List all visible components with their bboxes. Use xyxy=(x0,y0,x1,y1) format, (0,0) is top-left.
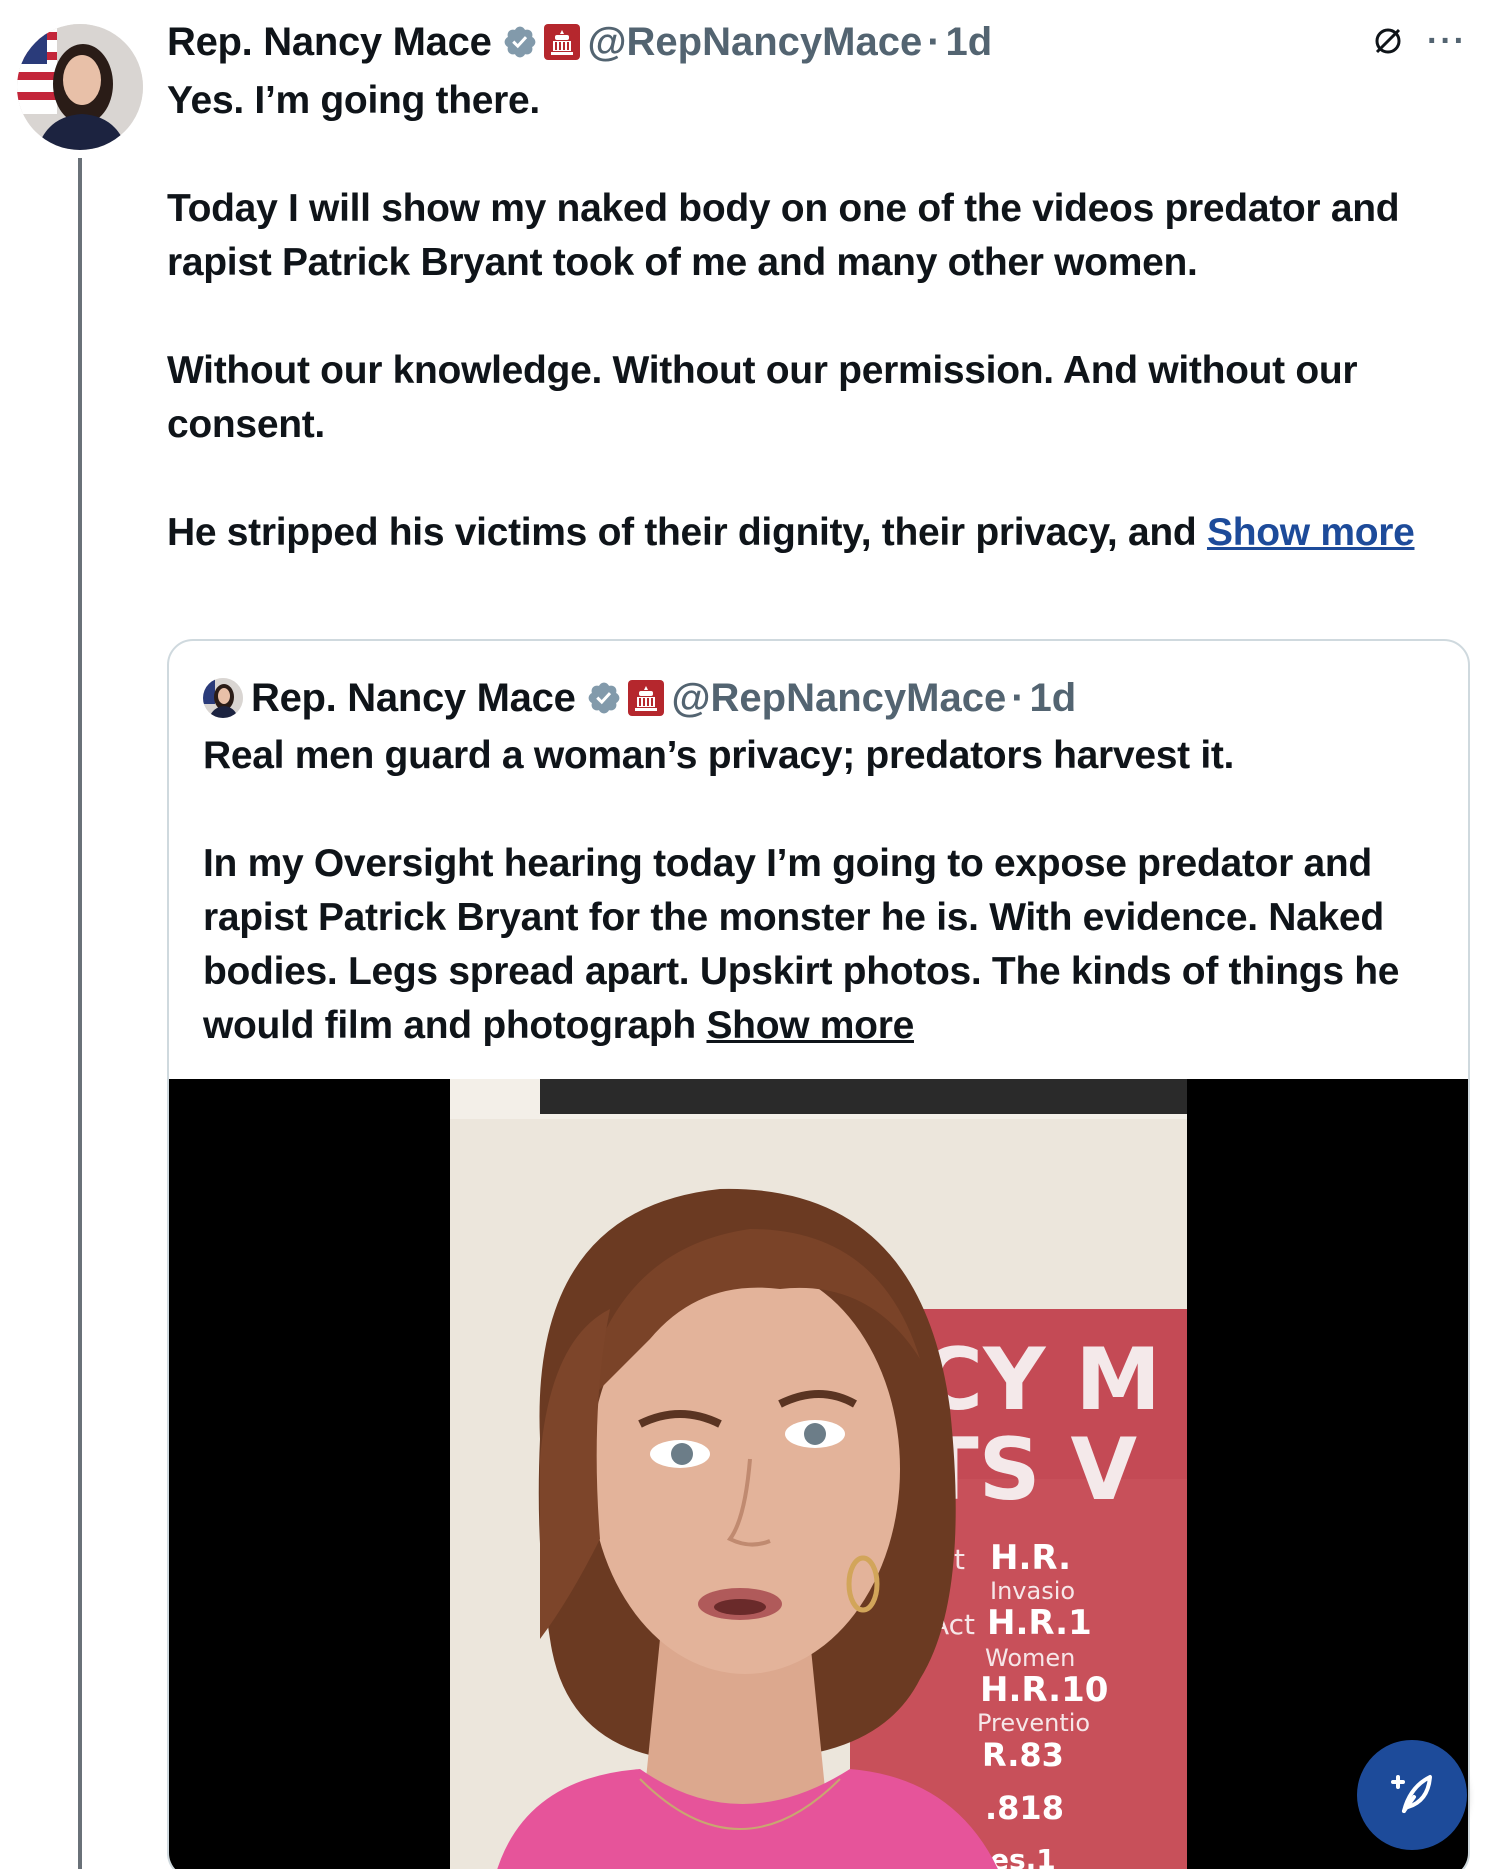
author-avatar[interactable] xyxy=(17,24,143,150)
separator-dot: · xyxy=(1011,675,1025,720)
tweet-paragraph: Without our knowledge. Without our permi… xyxy=(167,349,1358,446)
quoted-tweet-header: Rep. Nancy Mace @RepNancyMace · 1d xyxy=(203,675,1076,721)
show-more-link[interactable]: Show more xyxy=(1207,511,1415,554)
quoted-tweet-text: Real men guard a woman’s privacy; predat… xyxy=(203,729,1453,1053)
tweet-paragraph: He stripped his victims of their dignity… xyxy=(167,511,1207,554)
banner-bill-text: es.1 xyxy=(990,1843,1056,1869)
compose-post-icon xyxy=(1384,1765,1440,1826)
header-actions: ··· xyxy=(1371,24,1467,58)
separator-dot: · xyxy=(927,19,941,64)
banner-bill-text: H.R. xyxy=(990,1538,1071,1578)
tweet-header: Rep. Nancy Mace @RepNancyMace · 1d ··· xyxy=(167,16,1467,68)
banner-bill-text: H.R.1 xyxy=(987,1603,1092,1643)
compose-post-button[interactable] xyxy=(1357,1740,1467,1850)
banner-bill-text: .818 xyxy=(985,1789,1064,1827)
banner-bill-text: Preventio xyxy=(977,1709,1090,1737)
quoted-tweet-card[interactable]: Rep. Nancy Mace @RepNancyMace · 1d Real … xyxy=(167,639,1470,1869)
banner-bill-text: R.83 xyxy=(982,1736,1064,1774)
more-options-icon[interactable]: ··· xyxy=(1427,24,1467,58)
tweet-text: Yes. I’m going there. Today I will show … xyxy=(167,74,1467,560)
quoted-post-time: 1d xyxy=(1029,675,1077,720)
verified-badge-icon[interactable] xyxy=(502,24,538,60)
quoted-show-more-link[interactable]: Show more xyxy=(706,1004,914,1047)
quoted-video-media[interactable]: CY M TS V Act H.R. Invasio Act H.R.1 Wom… xyxy=(169,1079,1468,1869)
tweet-paragraph: Today I will show my naked body on one o… xyxy=(167,187,1400,284)
tweet-paragraph-truncated: He stripped his victims of their dignity… xyxy=(167,506,1467,560)
grok-icon[interactable] xyxy=(1371,24,1405,58)
banner-bill-text: H.R.10 xyxy=(980,1670,1108,1710)
quoted-author-avatar xyxy=(203,678,243,718)
tweet: Rep. Nancy Mace @RepNancyMace · 1d ··· Y… xyxy=(0,0,1487,1869)
quoted-author-name: Rep. Nancy Mace xyxy=(251,675,576,720)
banner-bill-text: Women xyxy=(985,1644,1075,1672)
capitol-affiliation-icon xyxy=(627,680,664,716)
author-handle[interactable]: @RepNancyMace xyxy=(588,20,923,65)
quoted-paragraph-truncated: In my Oversight hearing today I’m going … xyxy=(203,837,1453,1053)
banner-bill-text: Invasio xyxy=(990,1577,1075,1605)
author-name[interactable]: Rep. Nancy Mace xyxy=(167,20,492,65)
post-time[interactable]: 1d xyxy=(946,20,993,65)
tweet-paragraph: Yes. I’m going there. xyxy=(167,79,540,122)
quoted-paragraph: Real men guard a woman’s privacy; predat… xyxy=(203,734,1235,777)
verified-badge-icon xyxy=(586,680,622,716)
video-frame[interactable]: CY M TS V Act H.R. Invasio Act H.R.1 Wom… xyxy=(450,1079,1187,1869)
quoted-author-handle: @RepNancyMace xyxy=(671,675,1007,720)
capitol-affiliation-icon[interactable] xyxy=(543,24,580,60)
banner-sign-text: CY M xyxy=(920,1330,1161,1430)
thread-connector-line xyxy=(78,158,82,1869)
